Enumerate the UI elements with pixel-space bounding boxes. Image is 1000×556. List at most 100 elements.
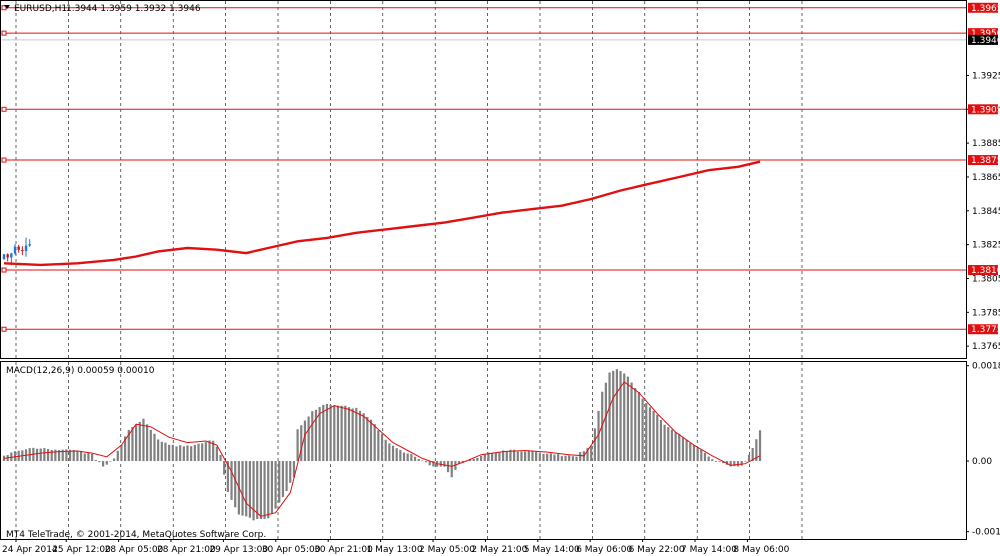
macd-histogram-bar <box>395 448 398 462</box>
macd-histogram-bar <box>681 437 685 462</box>
macd-histogram-bar <box>612 370 615 462</box>
macd-histogram-bar <box>146 424 149 462</box>
time-tick-label: 5 May 14:00 <box>524 545 580 555</box>
candle-body <box>21 249 24 252</box>
macd-histogram-bar <box>43 448 46 462</box>
macd-histogram-bar <box>241 461 244 516</box>
macd-histogram-bar <box>230 461 233 500</box>
time-tick-label: 30 Apr 05:00 <box>262 545 321 555</box>
macd-histogram-bar <box>76 451 79 462</box>
macd-histogram-bar <box>182 446 185 462</box>
macd-histogram-bar <box>153 433 156 462</box>
macd-histogram-bar <box>168 444 171 462</box>
macd-histogram-bar <box>674 432 677 462</box>
macd-histogram-bar <box>39 448 42 462</box>
macd-histogram-bar <box>546 453 549 462</box>
macd-tick-label: -0.00134 <box>972 528 1000 538</box>
macd-histogram-bar <box>659 419 663 462</box>
macd-histogram-bar <box>87 452 90 462</box>
macd-histogram-bar <box>527 450 530 462</box>
macd-histogram-bar <box>322 404 325 462</box>
level-anchor-handle[interactable] <box>1 326 7 332</box>
copyright-text: MT4 TeleTrade, © 2001-2014, MetaQuotes S… <box>6 530 266 540</box>
macd-histogram-bar <box>696 448 699 462</box>
macd-histogram-bar <box>700 449 703 462</box>
price-tick-label: 1.3825 <box>972 241 1000 251</box>
macd-histogram-bar <box>714 461 718 462</box>
level-anchor-handle[interactable] <box>1 30 7 36</box>
macd-histogram-bar <box>120 444 123 462</box>
macd-histogram-bar <box>630 382 633 462</box>
macd-histogram-bar <box>579 452 582 462</box>
macd-histogram-bar <box>245 461 248 517</box>
macd-histogram-bar <box>204 442 207 462</box>
macd-histogram-bar <box>135 424 138 462</box>
macd-histogram-bar <box>667 427 670 462</box>
macd-histogram-bar <box>718 461 721 462</box>
macd-histogram-bar <box>358 410 362 462</box>
macd-histogram-bar <box>498 452 501 462</box>
macd-histogram-bar <box>516 451 519 462</box>
macd-histogram-bar <box>281 461 285 497</box>
candle-body <box>10 253 13 258</box>
macd-histogram-bar <box>289 461 292 483</box>
macd-histogram-bar <box>703 452 707 462</box>
macd-histogram-bar <box>619 371 622 462</box>
macd-histogram-bar <box>645 402 648 462</box>
macd-histogram-bar <box>656 414 659 462</box>
macd-histogram-bar <box>274 461 277 509</box>
macd-histogram-bar <box>388 443 391 462</box>
macd-histogram-bar <box>355 407 358 462</box>
level-anchor-handle[interactable] <box>1 267 7 273</box>
macd-histogram-bar <box>678 433 681 462</box>
macd-histogram-bar <box>186 445 189 462</box>
macd-histogram-bar <box>79 450 83 462</box>
macd-histogram-bar <box>575 456 578 462</box>
level-anchor-handle[interactable] <box>1 106 7 112</box>
macd-histogram-bar <box>256 461 259 519</box>
macd-histogram-bar <box>252 461 255 521</box>
macd-histogram-bar <box>248 461 251 518</box>
macd-histogram-bar <box>747 454 751 462</box>
macd-histogram-bar <box>259 461 262 520</box>
price-tick-label: 1.3765 <box>972 342 1000 352</box>
macd-histogram-bar <box>307 416 310 462</box>
macd-histogram-bar <box>46 448 50 462</box>
time-tick-label: 2 May 05:00 <box>419 545 475 555</box>
time-tick-label: 2 May 21:00 <box>471 545 527 555</box>
macd-histogram-bar <box>138 421 141 462</box>
macd-tick-label: 0.00181 <box>972 362 1000 372</box>
macd-histogram-bar <box>336 405 340 462</box>
macd-histogram-bar <box>201 443 204 462</box>
macd-histogram-bar <box>560 456 563 462</box>
candle-body <box>6 254 9 258</box>
macd-histogram-bar <box>535 451 538 462</box>
macd-histogram-bar <box>568 455 571 462</box>
macd-histogram-bar <box>223 461 226 475</box>
trading-chart[interactable]: 1.3925 1.3905 1.3885 1.3865 1.3845 1.3825 1.38… <box>0 0 1000 556</box>
macd-histogram-bar <box>340 405 343 462</box>
level-anchor-handle[interactable] <box>1 157 7 163</box>
macd-histogram-bar <box>707 456 710 462</box>
price-tick-label: 1.3865 <box>972 173 1000 183</box>
macd-histogram-bar <box>54 449 57 462</box>
chart-background <box>0 0 1000 556</box>
macd-histogram-bar <box>384 439 387 462</box>
level-price-label: 1.3965 <box>971 4 1000 14</box>
macd-histogram-bar <box>623 373 626 462</box>
macd-histogram-bar <box>476 457 479 462</box>
macd-histogram-bar <box>160 441 163 462</box>
candle-body <box>13 246 17 254</box>
macd-histogram-bar <box>410 454 413 462</box>
macd-histogram-bar <box>366 416 369 462</box>
level-price-label: 1.3810 <box>971 266 1000 276</box>
macd-histogram-bar <box>564 455 567 462</box>
macd-histogram-bar <box>347 407 351 462</box>
candle-body <box>17 246 20 250</box>
price-tick-label: 1.3785 <box>972 308 1000 318</box>
macd-histogram-bar <box>296 429 299 462</box>
macd-histogram-bar <box>215 446 218 462</box>
time-tick-label: 6 May 06:00 <box>576 545 632 555</box>
macd-histogram-bar <box>417 458 420 462</box>
time-tick-label: 28 Apr 21:00 <box>157 545 216 555</box>
